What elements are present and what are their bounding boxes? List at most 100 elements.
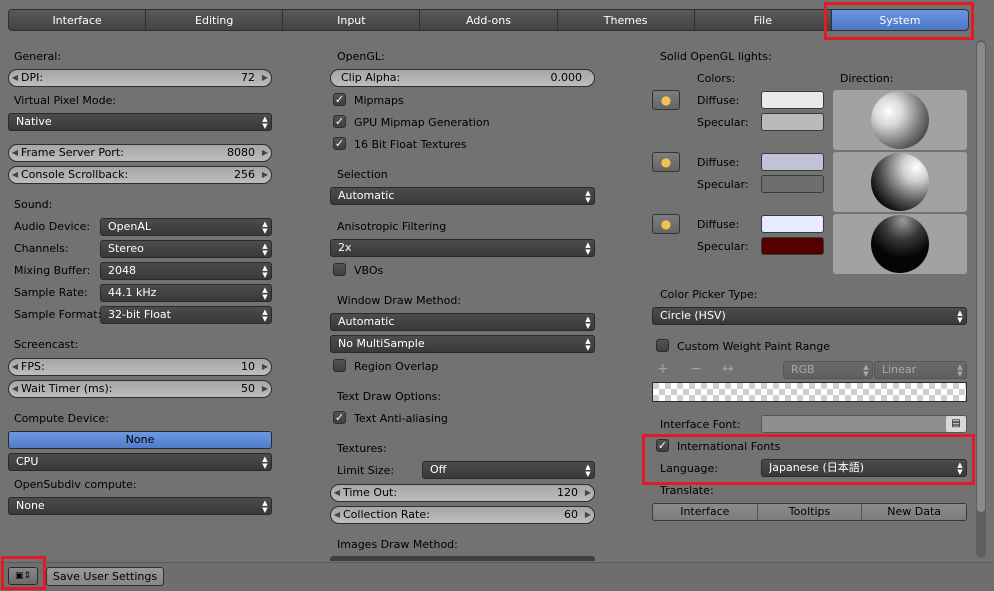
aniso-select[interactable]: 2x ▲ ▼ [330, 239, 595, 257]
opensubdiv-label: OpenSubdiv compute: [14, 478, 137, 491]
window-draw-select[interactable]: Automatic ▲ ▼ [330, 313, 595, 331]
compute-device-label: Compute Device: [14, 412, 109, 425]
vbos-checkbox[interactable] [333, 263, 346, 276]
opengl-label: OpenGL: [337, 50, 385, 63]
text-antialias-checkbox[interactable]: ✓ [333, 411, 346, 424]
light1-specular-swatch[interactable] [761, 113, 824, 131]
specular-label: Specular: [697, 116, 749, 129]
highlight-editor-type [1, 556, 46, 590]
custom-weight-checkbox[interactable] [656, 339, 669, 352]
gpu-mipmap-checkbox[interactable]: ✓ [333, 115, 346, 128]
light3-direction-sphere[interactable] [833, 214, 967, 274]
limit-size-select[interactable]: Off ▲ ▼ [422, 461, 595, 479]
multisample-select[interactable]: No MultiSample ▲ ▼ [330, 335, 595, 353]
scrollbar-thumb[interactable] [977, 42, 985, 512]
file-browse-icon[interactable]: ▤ [946, 416, 966, 432]
flip-icon[interactable]: ↔ [722, 361, 734, 377]
diffuse-label: Diffuse: [697, 218, 740, 231]
collection-rate-field[interactable]: ◀ Collection Rate: 60 ▶ [330, 506, 595, 524]
custom-weight-label: Custom Weight Paint Range [677, 340, 831, 353]
interface-font-input[interactable] [761, 415, 967, 433]
color-picker-select[interactable]: Circle (HSV) ▲ ▼ [652, 307, 967, 325]
mixing-buffer-label: Mixing Buffer: [14, 264, 91, 277]
light1-direction-sphere[interactable] [833, 90, 967, 150]
translate-label: Translate: [660, 484, 714, 497]
translate-tooltips-button[interactable]: Tooltips [756, 504, 862, 520]
audio-device-label: Audio Device: [14, 220, 91, 233]
direction-label: Direction: [840, 72, 894, 85]
tab-file[interactable]: File [694, 9, 832, 31]
audio-device-select[interactable]: OpenAL ▲ ▼ [100, 218, 272, 236]
images-draw-select-partial[interactable] [330, 556, 595, 561]
light3-diffuse-swatch[interactable] [761, 215, 824, 233]
fps-field[interactable]: ◀ FPS: 10 ▶ [8, 358, 272, 376]
screencast-label: Screencast: [14, 338, 79, 351]
general-label: General: [14, 50, 62, 63]
light2-direction-sphere[interactable] [833, 152, 967, 212]
virtual-pixel-label: Virtual Pixel Mode: [14, 94, 117, 107]
float-textures-checkbox[interactable]: ✓ [333, 137, 346, 150]
sound-label: Sound: [14, 198, 53, 211]
sample-format-select[interactable]: 32-bit Float ▲ ▼ [100, 306, 272, 324]
selection-label: Selection [337, 168, 388, 181]
ramp-interp-select[interactable]: Linear ▲ ▼ [874, 361, 967, 379]
interface-font-label: Interface Font: [660, 418, 741, 431]
compute-none-button[interactable]: None [8, 431, 272, 449]
diffuse-label: Diffuse: [697, 156, 740, 169]
highlight-system-tab [824, 2, 974, 40]
specular-label: Specular: [697, 240, 749, 253]
region-overlap-label: Region Overlap [354, 360, 439, 373]
ramp-mode-select[interactable]: RGB ▲ ▼ [783, 361, 873, 379]
channels-select[interactable]: Stereo ▲ ▼ [100, 240, 272, 258]
add-icon[interactable]: + [657, 361, 669, 377]
mipmaps-checkbox[interactable]: ✓ [333, 93, 346, 106]
remove-icon[interactable]: − [690, 361, 702, 377]
tab-themes[interactable]: Themes [557, 9, 695, 31]
opensubdiv-select[interactable]: None ▲ ▼ [8, 497, 272, 515]
light-bulb-icon[interactable]: ● [652, 90, 680, 110]
light3-specular-swatch[interactable] [761, 237, 824, 255]
sample-rate-select[interactable]: 44.1 kHz ▲ ▼ [100, 284, 272, 302]
clip-alpha-field[interactable]: Clip Alpha: 0.000 [330, 69, 595, 87]
frame-server-port-field[interactable]: ◀ Frame Server Port: 8080 ▶ [8, 144, 272, 162]
mixing-buffer-select[interactable]: 2048 ▲ ▼ [100, 262, 272, 280]
float-textures-label: 16 Bit Float Textures [354, 138, 467, 151]
color-ramp-bar[interactable] [652, 382, 967, 402]
translate-buttons: Interface Tooltips New Data [652, 503, 967, 521]
sample-rate-label: Sample Rate: [14, 286, 88, 299]
region-overlap-checkbox[interactable] [333, 359, 346, 372]
updown-icon: ▲ ▼ [262, 114, 268, 130]
sample-format-label: Sample Format: [14, 308, 102, 321]
solid-lights-label: Solid OpenGL lights: [660, 50, 772, 63]
tab-editing[interactable]: Editing [146, 9, 284, 31]
colors-label: Colors: [697, 72, 736, 85]
light-bulb-icon[interactable]: ● [652, 214, 680, 234]
aniso-label: Anisotropic Filtering [337, 220, 447, 233]
wait-timer-field[interactable]: ◀ Wait Timer (ms): 50 ▶ [8, 380, 272, 398]
tab-addons[interactable]: Add-ons [420, 9, 558, 31]
diffuse-label: Diffuse: [697, 94, 740, 107]
mipmaps-label: Mipmaps [354, 94, 404, 107]
limit-size-label: Limit Size: [337, 464, 395, 477]
translate-new-data-button[interactable]: New Data [861, 504, 966, 520]
console-scrollback-field[interactable]: ◀ Console Scrollback: 256 ▶ [8, 166, 272, 184]
light2-diffuse-swatch[interactable] [761, 153, 824, 171]
dpi-field[interactable]: ◀ DPI: 72 ▶ [8, 69, 272, 87]
light1-diffuse-swatch[interactable] [761, 91, 824, 109]
translate-interface-button[interactable]: Interface [653, 504, 757, 520]
light2-specular-swatch[interactable] [761, 175, 824, 193]
tab-interface[interactable]: Interface [8, 9, 147, 31]
highlight-language-section [642, 434, 975, 485]
channels-label: Channels: [14, 242, 69, 255]
tab-input[interactable]: Input [283, 9, 421, 31]
selection-select[interactable]: Automatic ▲ ▼ [330, 187, 595, 205]
light-bulb-icon[interactable]: ● [652, 152, 680, 172]
textures-label: Textures: [337, 442, 387, 455]
window-draw-label: Window Draw Method: [337, 294, 462, 307]
text-antialias-label: Text Anti-aliasing [354, 412, 448, 425]
time-out-field[interactable]: ◀ Time Out: 120 ▶ [330, 484, 595, 502]
virtual-pixel-select[interactable]: Native ▲ ▼ [8, 113, 272, 131]
compute-cpu-select[interactable]: CPU ▲ ▼ [8, 453, 272, 471]
save-user-settings-button[interactable]: Save User Settings [46, 567, 164, 586]
vbos-label: VBOs [354, 264, 384, 277]
